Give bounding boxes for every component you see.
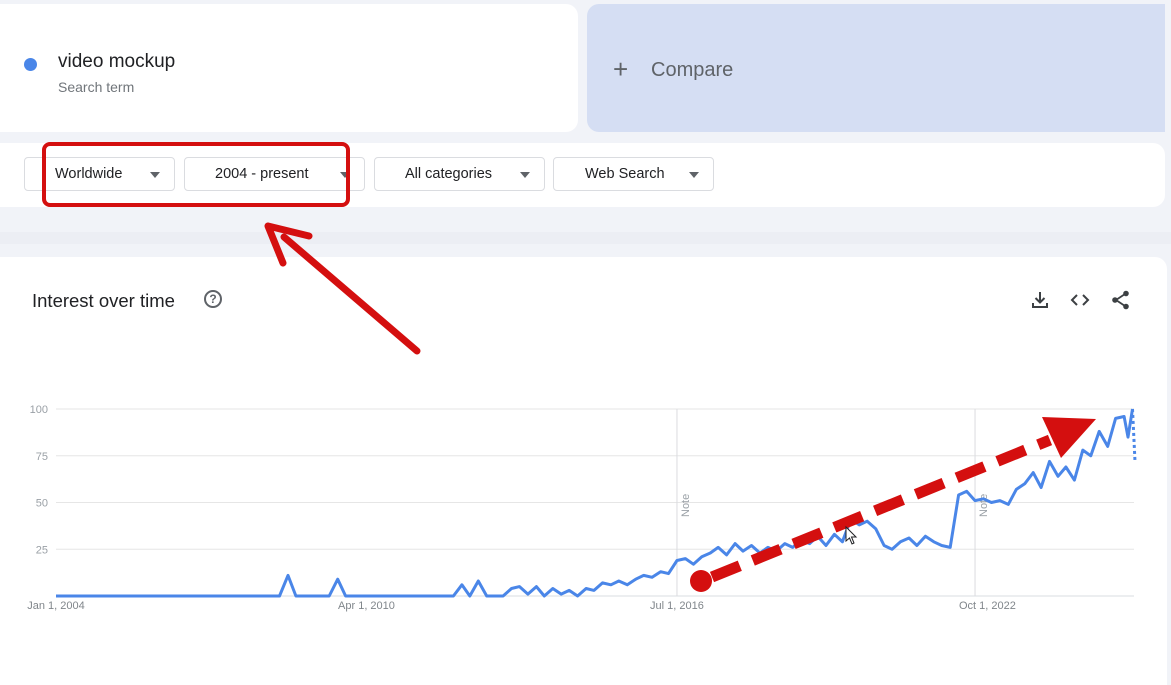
search-term-card[interactable]: video mockup Search term	[0, 4, 578, 132]
caret-down-icon	[520, 172, 530, 178]
search-term-name[interactable]: video mockup	[58, 51, 175, 73]
share-icon[interactable]	[1110, 289, 1132, 311]
embed-code-icon[interactable]	[1069, 289, 1091, 311]
category-value: All categories	[405, 166, 493, 182]
compare-label: Compare	[651, 59, 734, 81]
compare-button[interactable]: + Compare	[587, 4, 1165, 132]
chart-title: Interest over time	[32, 290, 175, 311]
interest-over-time-card: Interest over time ?	[0, 257, 1167, 685]
series-color-dot	[24, 58, 37, 71]
section-divider	[0, 232, 1171, 244]
category-dropdown[interactable]: All categories	[374, 157, 545, 191]
search-property-dropdown[interactable]: Web Search	[553, 157, 714, 191]
plus-icon: +	[613, 54, 629, 84]
search-property-value: Web Search	[585, 166, 665, 182]
download-icon[interactable]	[1029, 289, 1051, 311]
caret-down-icon	[689, 172, 699, 178]
search-term-label: Search term	[58, 79, 135, 95]
annotation-highlight-box	[42, 142, 350, 207]
help-icon[interactable]: ?	[204, 290, 222, 308]
